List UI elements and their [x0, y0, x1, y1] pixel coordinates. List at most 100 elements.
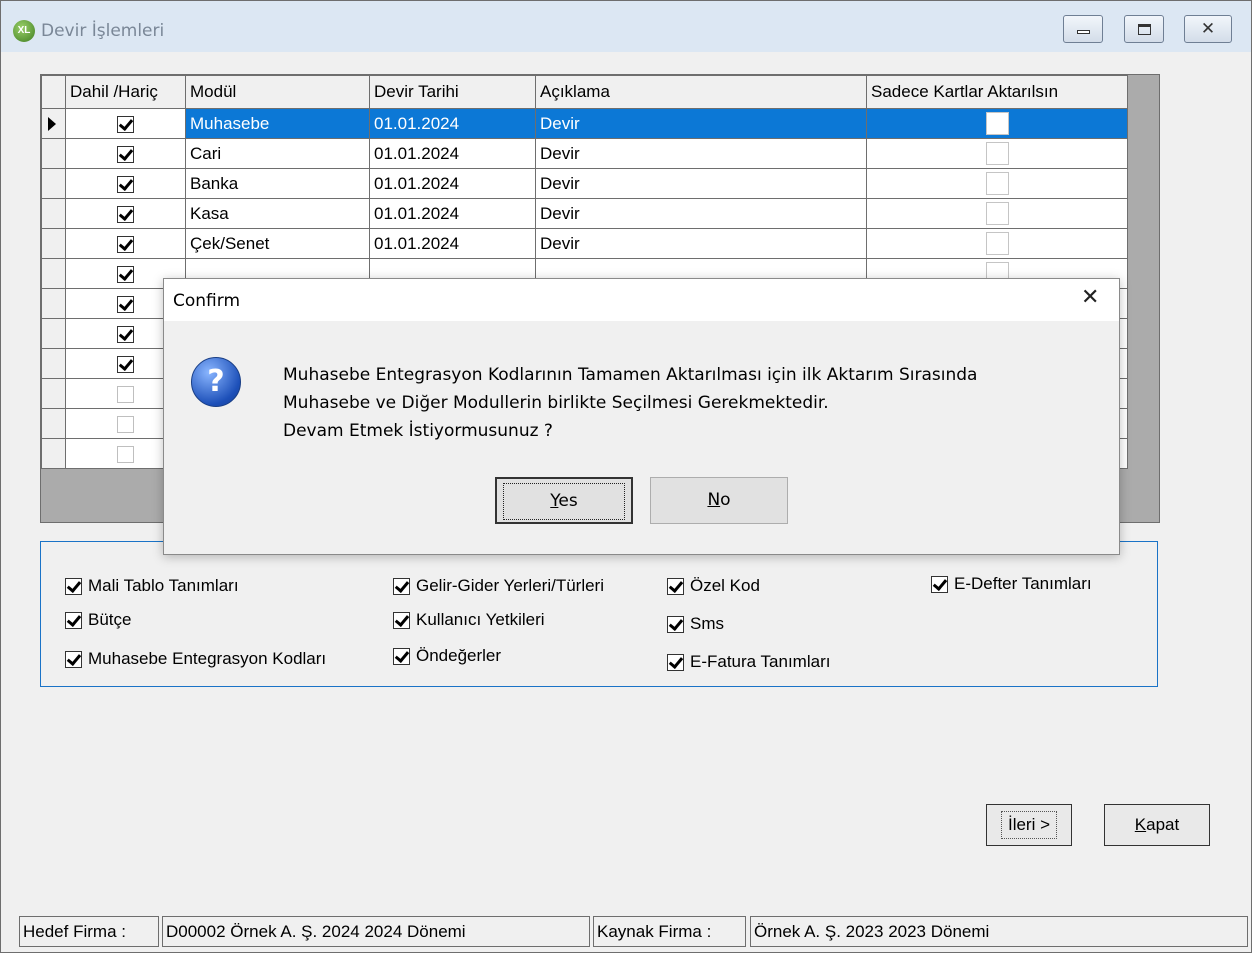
option-gelir-gider[interactable]: Gelir-Gider Yerleri/Türleri: [393, 576, 604, 596]
row-indicator[interactable]: [41, 438, 66, 469]
checkbox-mali-tablo[interactable]: [65, 577, 82, 595]
cell-modul[interactable]: Kasa: [185, 198, 370, 229]
dahil-checkbox[interactable]: [117, 115, 134, 133]
cell-sadece-kartlar[interactable]: [866, 168, 1128, 199]
table-row[interactable]: Cari 01.01.2024 Devir: [41, 138, 1128, 169]
checkbox-butce[interactable]: [65, 611, 82, 629]
checkbox-e-fatura[interactable]: [667, 653, 684, 671]
option-kullanici-yetkileri[interactable]: Kullanıcı Yetkileri: [393, 610, 545, 630]
cell-dahil[interactable]: [65, 198, 186, 229]
checkbox-gelir-gider[interactable]: [393, 577, 410, 595]
table-row[interactable]: Muhasebe 01.01.2024 Devir: [41, 108, 1128, 139]
close-window-button[interactable]: ✕: [1184, 15, 1232, 43]
table-row[interactable]: Çek/Senet 01.01.2024 Devir: [41, 228, 1128, 259]
cell-sadece-kartlar[interactable]: [866, 198, 1128, 229]
close-button-label: apat: [1146, 815, 1180, 834]
option-butce[interactable]: Bütçe: [65, 610, 131, 630]
checkbox-muhasebe-entegrasyon[interactable]: [65, 650, 82, 668]
col-header-dahil[interactable]: Dahil /Hariç: [65, 75, 186, 109]
row-indicator[interactable]: [41, 258, 66, 289]
table-row[interactable]: Banka 01.01.2024 Devir: [41, 168, 1128, 199]
cell-modul[interactable]: Muhasebe: [185, 108, 370, 139]
cell-dahil[interactable]: [65, 138, 186, 169]
cell-aciklama[interactable]: Devir: [535, 228, 867, 259]
row-indicator[interactable]: [41, 108, 66, 139]
cell-devir-tarihi[interactable]: 01.01.2024: [369, 108, 536, 139]
row-indicator[interactable]: [41, 228, 66, 259]
option-sms[interactable]: Sms: [667, 614, 724, 634]
cell-dahil[interactable]: [65, 228, 186, 259]
dialog-message-line-2: Muhasebe ve Diğer Modullerin birlikte Se…: [283, 393, 829, 413]
cell-dahil[interactable]: [65, 168, 186, 199]
checkbox-ozel-kod[interactable]: [667, 577, 684, 595]
row-indicator[interactable]: [41, 198, 66, 229]
row-indicator[interactable]: [41, 138, 66, 169]
dahil-checkbox[interactable]: [117, 145, 134, 163]
col-header-sadece-kartlar[interactable]: Sadece Kartlar Aktarılsın: [866, 75, 1128, 109]
minimize-button[interactable]: [1063, 15, 1103, 43]
option-e-fatura[interactable]: E-Fatura Tanımları: [667, 652, 830, 672]
dahil-checkbox[interactable]: [117, 325, 134, 343]
cell-aciklama[interactable]: Devir: [535, 168, 867, 199]
cell-modul[interactable]: Çek/Senet: [185, 228, 370, 259]
cell-aciklama[interactable]: Devir: [535, 138, 867, 169]
cell-devir-tarihi[interactable]: 01.01.2024: [369, 228, 536, 259]
row-indicator[interactable]: [41, 288, 66, 319]
checkbox-sms[interactable]: [667, 615, 684, 633]
cell-devir-tarihi[interactable]: 01.01.2024: [369, 198, 536, 229]
option-ondegerler[interactable]: Öndeğerler: [393, 646, 501, 666]
table-row[interactable]: Kasa 01.01.2024 Devir: [41, 198, 1128, 229]
row-indicator[interactable]: [41, 168, 66, 199]
sadece-kartlar-checkbox[interactable]: [985, 112, 1009, 135]
close-button[interactable]: Kapat: [1104, 804, 1210, 846]
next-button[interactable]: İleri >: [986, 804, 1072, 846]
cell-dahil[interactable]: [65, 108, 186, 139]
cell-modul[interactable]: Banka: [185, 168, 370, 199]
option-mali-tablo-label: Mali Tablo Tanımları: [88, 576, 239, 595]
dahil-checkbox[interactable]: [117, 175, 134, 193]
sadece-kartlar-checkbox[interactable]: [985, 142, 1009, 165]
row-indicator[interactable]: [41, 348, 66, 379]
option-mali-tablo[interactable]: Mali Tablo Tanımları: [65, 576, 239, 596]
dahil-checkbox[interactable]: [117, 415, 134, 433]
dahil-checkbox[interactable]: [117, 295, 134, 313]
checkbox-e-defter[interactable]: [931, 575, 948, 593]
cell-devir-tarihi[interactable]: 01.01.2024: [369, 138, 536, 169]
no-button[interactable]: No: [650, 477, 788, 524]
option-muhasebe-entegrasyon-label: Muhasebe Entegrasyon Kodları: [88, 649, 327, 668]
cell-sadece-kartlar[interactable]: [866, 108, 1128, 139]
dahil-checkbox[interactable]: [117, 205, 134, 223]
cell-devir-tarihi[interactable]: 01.01.2024: [369, 168, 536, 199]
close-button-accel: K: [1134, 815, 1147, 834]
sadece-kartlar-checkbox[interactable]: [985, 232, 1009, 255]
dahil-checkbox[interactable]: [117, 385, 134, 403]
dahil-checkbox[interactable]: [117, 355, 134, 373]
dialog-close-icon[interactable]: ✕: [1081, 285, 1099, 310]
option-ozel-kod[interactable]: Özel Kod: [667, 576, 760, 596]
cell-sadece-kartlar[interactable]: [866, 228, 1128, 259]
yes-button[interactable]: Yes: [495, 477, 633, 524]
row-indicator[interactable]: [41, 318, 66, 349]
checkbox-kullanici-yetkileri[interactable]: [393, 611, 410, 629]
option-sms-label: Sms: [690, 614, 724, 633]
dahil-checkbox[interactable]: [117, 445, 134, 463]
checkbox-ondegerler[interactable]: [393, 647, 410, 665]
cell-sadece-kartlar[interactable]: [866, 138, 1128, 169]
row-indicator[interactable]: [41, 408, 66, 439]
dahil-checkbox[interactable]: [117, 235, 134, 253]
col-header-modul[interactable]: Modül: [185, 75, 370, 109]
col-header-aciklama[interactable]: Açıklama: [535, 75, 867, 109]
sadece-kartlar-checkbox[interactable]: [985, 202, 1009, 225]
col-header-devir-tarihi[interactable]: Devir Tarihi: [369, 75, 536, 109]
maximize-button[interactable]: [1124, 15, 1164, 43]
option-e-defter[interactable]: E-Defter Tanımları: [931, 574, 1092, 594]
dahil-checkbox[interactable]: [117, 265, 134, 283]
cell-modul[interactable]: Cari: [185, 138, 370, 169]
option-muhasebe-entegrasyon[interactable]: Muhasebe Entegrasyon Kodları: [65, 649, 326, 669]
row-indicator[interactable]: [41, 378, 66, 409]
dialog-titlebar[interactable]: Confirm ✕: [164, 279, 1119, 321]
sadece-kartlar-checkbox[interactable]: [985, 172, 1009, 195]
window-titlebar[interactable]: XL Devir İşlemleri ✕: [1, 1, 1251, 52]
cell-aciklama[interactable]: Devir: [535, 108, 867, 139]
cell-aciklama[interactable]: Devir: [535, 198, 867, 229]
